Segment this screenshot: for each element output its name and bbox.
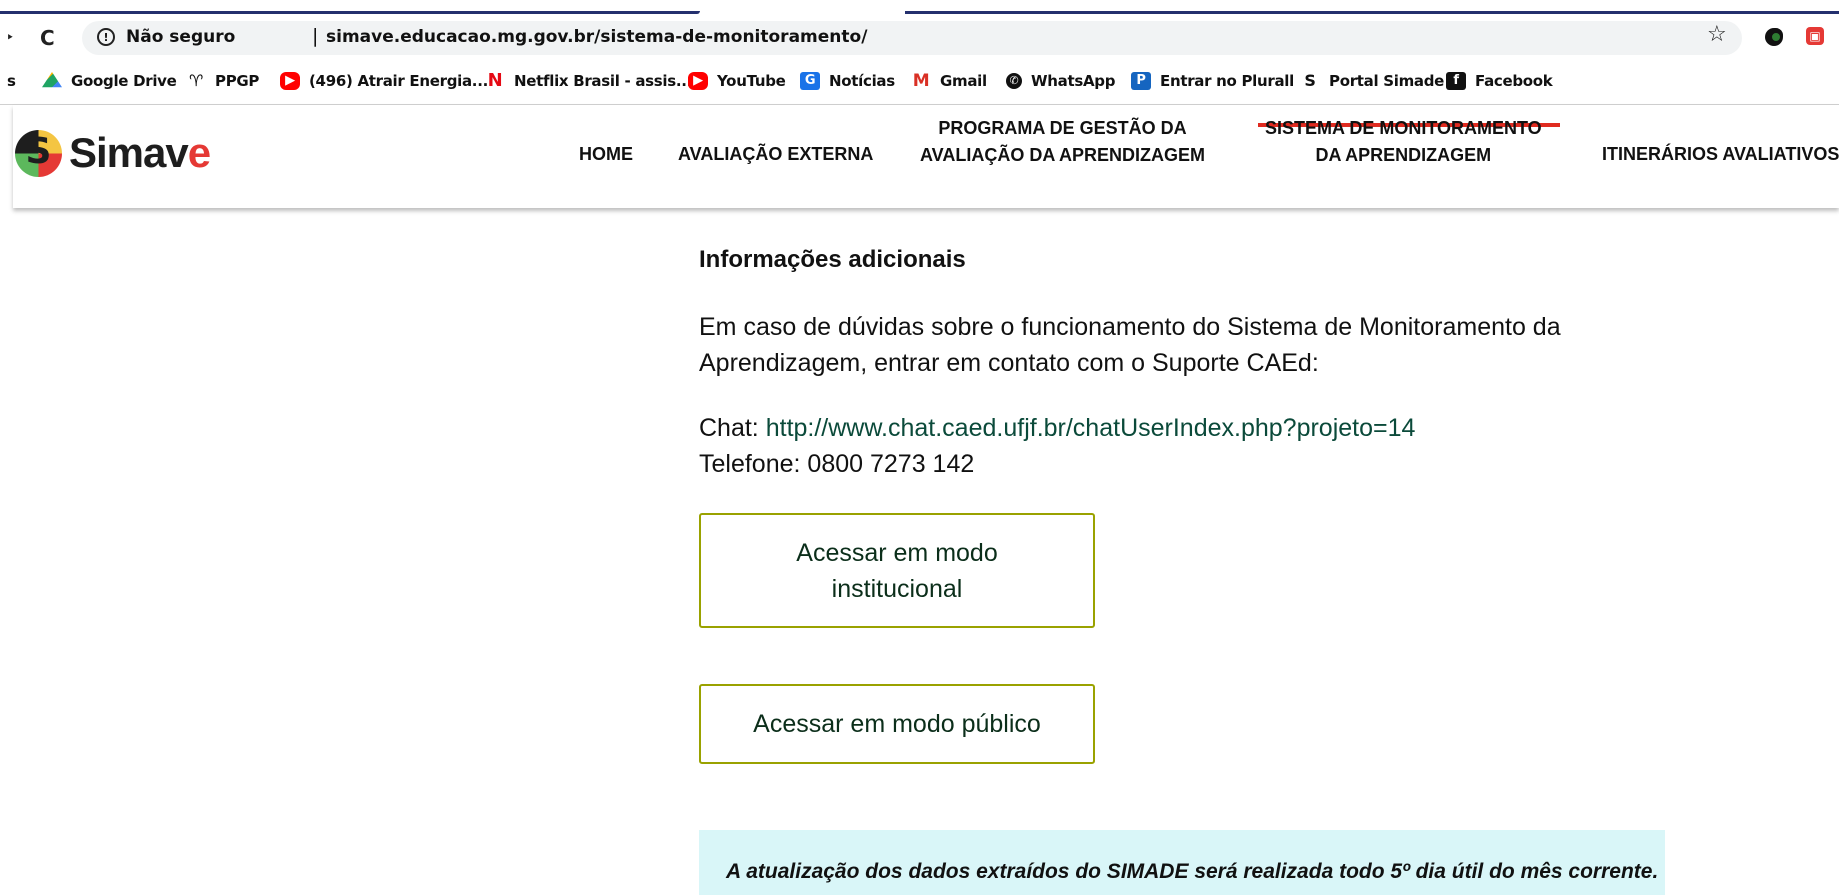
security-label[interactable]: Não seguro [126, 27, 235, 47]
bookmark-label: Portal Simade [1329, 72, 1445, 90]
whatsapp-icon: ✆ [1006, 73, 1022, 89]
bookmark-item-portal-simade[interactable]: S Portal Simade [1300, 70, 1444, 92]
bookmark-item-ppgp[interactable]: ♈ PPGP [186, 70, 259, 92]
google-drive-icon [42, 72, 62, 88]
chat-link[interactable]: http://www.chat.caed.ufjf.br/chatUserInd… [766, 414, 1416, 442]
google-news-icon: G [800, 72, 820, 90]
nav-itinerarios-avaliativos[interactable]: ITINERÁRIOS AVALIATIVOS [1602, 141, 1839, 168]
nav-label-line: PROGRAMA DE GESTÃO DA [938, 118, 1187, 138]
nav-sistema-monitoramento[interactable]: SISTEMA DE MONITORAMENTO DA APRENDIZAGEM [1265, 115, 1542, 169]
simave-logo-icon [15, 129, 62, 177]
logo-text: Simave [69, 129, 211, 176]
nav-label-line: DA APRENDIZAGEM [1315, 145, 1492, 165]
bookmark-item-youtube[interactable]: ▶ YouTube [688, 70, 786, 92]
bookmark-label: Google Drive [71, 72, 177, 90]
plurall-icon: P [1131, 72, 1151, 90]
netflix-icon: N [487, 70, 503, 91]
nav-programa-gestao[interactable]: PROGRAMA DE GESTÃO DA AVALIAÇÃO DA APREN… [920, 115, 1205, 169]
chat-line: Chat: http://www.chat.caed.ufjf.br/chatU… [699, 410, 1415, 446]
address-separator: | [312, 25, 319, 47]
youtube-icon: ▶ [688, 72, 708, 90]
bookmark-label: Notícias [829, 72, 895, 90]
phone-number: 0800 7273 142 [807, 450, 975, 478]
bookmark-label: Facebook [1475, 72, 1553, 90]
pocket-extension-icon[interactable]: ▣ [1806, 27, 1824, 45]
evernote-extension-icon[interactable] [1765, 28, 1783, 46]
bookmark-label: WhatsApp [1031, 72, 1116, 90]
back-arrow-icon[interactable]: ‣ [6, 30, 14, 46]
ppgp-icon: ♈ [188, 71, 204, 90]
nav-avaliacao-externa[interactable]: AVALIAÇÃO EXTERNA [678, 141, 873, 168]
phone-line: Telefone: 0800 7273 142 [699, 446, 1415, 482]
address-row: ‣ C ! Não seguro | simave.educacao.mg.go… [0, 18, 1839, 60]
bookmark-label: Netflix Brasil - assis... [514, 72, 693, 90]
nav-home[interactable]: HOME [579, 141, 633, 168]
info-paragraph: Em caso de dúvidas sobre o funcionamento… [699, 313, 1561, 377]
contact-block: Chat: http://www.chat.caed.ufjf.br/chatU… [699, 410, 1415, 482]
bookmark-item-noticias[interactable]: G Notícias [800, 70, 895, 92]
site-header: Simave HOME AVALIAÇÃO EXTERNA PROGRAMA D… [13, 105, 1839, 208]
bookmark-star-icon[interactable]: ☆ [1707, 22, 1727, 47]
bookmark-item-gmail[interactable]: M Gmail [911, 70, 987, 92]
bookmark-label: Gmail [940, 72, 987, 90]
button-label: Acessar em modo institucional [796, 538, 998, 603]
bookmark-item-google-drive[interactable]: Google Drive [42, 70, 177, 92]
access-institutional-button[interactable]: Acessar em modo institucional [699, 513, 1095, 628]
bookmark-label: (496) Atrair Energia... [309, 72, 488, 90]
gmail-icon: M [912, 71, 930, 91]
nav-label-line: AVALIAÇÃO DA APRENDIZAGEM [920, 145, 1205, 165]
bookmark-label: YouTube [717, 72, 786, 90]
tab-strip-edge-right [905, 11, 1839, 14]
facebook-icon: f [1446, 72, 1466, 90]
info-icon[interactable]: ! [97, 28, 115, 46]
tab-strip-edge-left [0, 11, 700, 14]
bookmark-item-facebook[interactable]: f Facebook [1446, 70, 1553, 92]
bookmark-item-cut[interactable]: s [7, 70, 16, 92]
page-section-heading: Informações adicionais [699, 246, 966, 273]
bookmark-item-atrair-energia[interactable]: ▶ (496) Atrair Energia... [280, 70, 488, 92]
bookmark-item-netflix[interactable]: N Netflix Brasil - assis... [485, 70, 693, 92]
nav-label-line: SISTEMA DE MONITORAMENTO [1265, 118, 1542, 138]
youtube-icon: ▶ [280, 72, 300, 90]
reload-icon[interactable]: C [40, 26, 55, 50]
browser-chrome: ‣ C ! Não seguro | simave.educacao.mg.go… [0, 0, 1839, 104]
simade-icon: S [1304, 71, 1316, 90]
main-content: Informações adicionais Em caso de dúvida… [0, 208, 1839, 895]
update-notice: A atualização dos dados extraídos do SIM… [699, 830, 1665, 895]
address-bar[interactable]: ! Não seguro | simave.educacao.mg.gov.br… [82, 21, 1742, 55]
bookmark-item-plurall[interactable]: P Entrar no Plurall [1131, 70, 1294, 92]
button-label: Acessar em modo público [753, 710, 1041, 738]
chat-label: Chat: [699, 414, 759, 442]
phone-label: Telefone: [699, 450, 801, 478]
bookmark-item-whatsapp[interactable]: ✆ WhatsApp [1006, 70, 1115, 92]
simave-logo[interactable]: Simave [15, 129, 211, 177]
access-public-button[interactable]: Acessar em modo público [699, 684, 1095, 764]
bookmarks-bar: s Google Drive ♈ PPGP ▶ (496) Atrair Ene… [0, 66, 1839, 96]
bookmark-label: PPGP [215, 72, 260, 90]
bookmark-label: Entrar no Plurall [1160, 72, 1294, 90]
url-text[interactable]: simave.educacao.mg.gov.br/sistema-de-mon… [326, 27, 867, 47]
bookmark-label: s [7, 72, 16, 90]
